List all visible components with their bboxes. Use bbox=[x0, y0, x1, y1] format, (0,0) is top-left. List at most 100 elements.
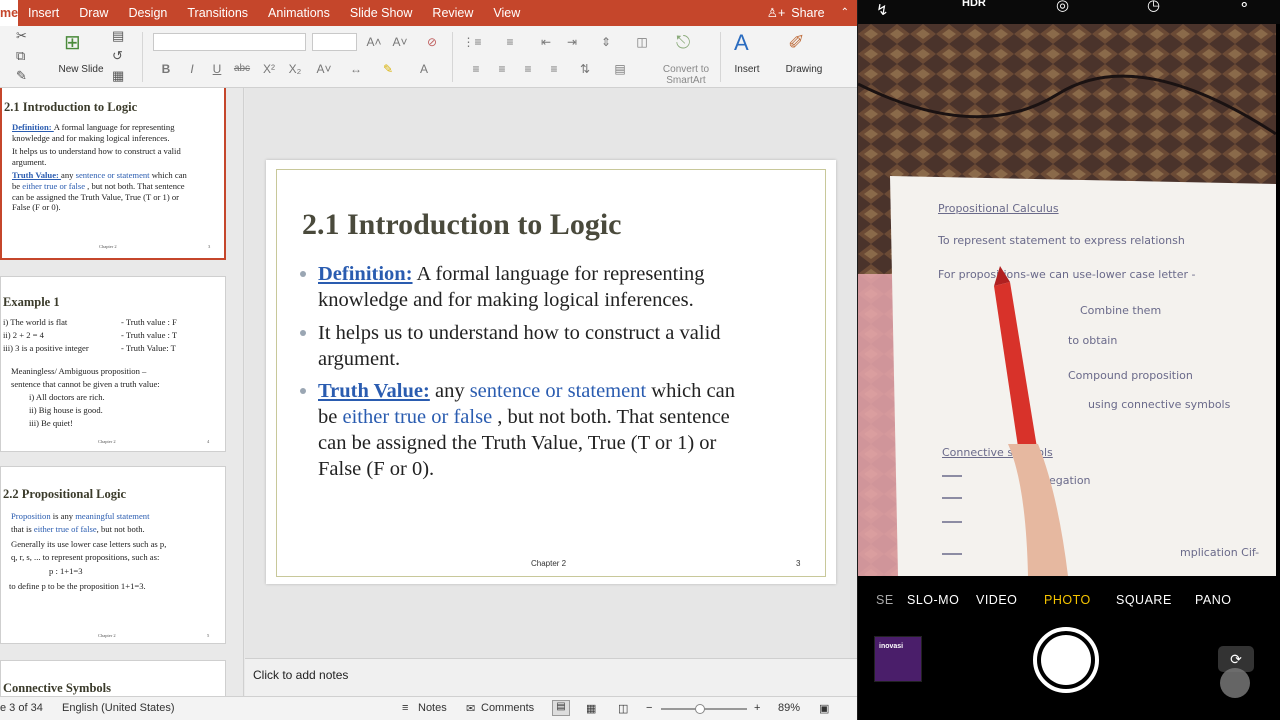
text-effects-icon[interactable]: A˅ bbox=[314, 60, 334, 78]
tab-view[interactable]: View bbox=[483, 0, 530, 26]
format-painter-icon[interactable]: ✎ bbox=[16, 68, 27, 84]
slide-thumbnail-3[interactable]: 2.1 Introduction to Logic Definition: A … bbox=[0, 88, 226, 260]
collapse-ribbon-icon[interactable]: ⌃ bbox=[841, 0, 849, 26]
flash-off-icon[interactable]: ↯ bbox=[876, 1, 889, 19]
zoom-level[interactable]: 89% bbox=[778, 702, 800, 714]
text-direction-icon[interactable]: ⇅ bbox=[575, 60, 595, 78]
cut-icon[interactable]: ✂ bbox=[16, 28, 27, 44]
zoom-slider[interactable] bbox=[661, 704, 747, 714]
mode-slo-mo[interactable]: SLO-MO bbox=[907, 593, 959, 607]
align-right-icon[interactable]: ≡ bbox=[518, 60, 538, 78]
insert-shapes-icon[interactable]: A bbox=[734, 30, 749, 56]
new-slide-icon[interactable]: ⊞ bbox=[64, 30, 81, 55]
zoom-out-icon[interactable]: − bbox=[646, 702, 652, 714]
notes-toggle-icon[interactable]: ≡ bbox=[402, 702, 408, 714]
language-indicator[interactable]: English (United States) bbox=[62, 702, 175, 714]
notes-toggle-label[interactable]: Notes bbox=[418, 702, 447, 714]
comments-label[interactable]: Comments bbox=[481, 702, 534, 714]
increase-indent-icon[interactable]: ⇥ bbox=[562, 33, 582, 51]
share-button[interactable]: ♙+ Share ⌃ bbox=[767, 0, 849, 26]
decrease-indent-icon[interactable]: ⇤ bbox=[536, 33, 556, 51]
slide-bullet-line[interactable]: can be assigned the Truth Value, True (T… bbox=[318, 430, 716, 457]
subscript-button[interactable]: X₂ bbox=[285, 60, 305, 78]
font-name-box[interactable] bbox=[153, 33, 306, 51]
slide-bullet-line[interactable]: argument. bbox=[318, 346, 400, 373]
fit-to-window-icon[interactable]: ▣ bbox=[819, 702, 829, 715]
slide-bullet-truth-value[interactable]: Truth Value: any sentence or statement w… bbox=[318, 378, 735, 405]
font-color-icon[interactable]: A bbox=[414, 60, 434, 78]
shutter-button[interactable] bbox=[1033, 627, 1099, 693]
drawing-brush-icon[interactable]: ✐ bbox=[788, 30, 805, 55]
notes-placeholder[interactable]: Click to add notes bbox=[253, 668, 348, 682]
section-icon[interactable]: ▦ bbox=[112, 68, 124, 84]
slide-bullet-definition[interactable]: Definition: A formal language for repres… bbox=[318, 261, 705, 288]
last-photo-thumbnail[interactable]: inovasi bbox=[874, 636, 922, 682]
slide-thumbnails-pane[interactable]: 2.1 Introduction to Logic Definition: A … bbox=[0, 88, 244, 696]
font-size-box[interactable] bbox=[312, 33, 357, 51]
mode-photo[interactable]: PHOTO bbox=[1044, 593, 1091, 607]
tab-home[interactable]: me bbox=[0, 0, 18, 26]
new-slide-label[interactable]: New Slide bbox=[58, 64, 104, 75]
slide-editing-canvas[interactable]: 2.1 Introduction to Logic Definition: A … bbox=[245, 88, 857, 658]
insert-label[interactable]: Insert bbox=[728, 64, 766, 75]
tab-transitions[interactable]: Transitions bbox=[177, 0, 258, 26]
layout-icon[interactable]: ▤ bbox=[112, 28, 124, 44]
tab-design[interactable]: Design bbox=[118, 0, 177, 26]
smartart-icon[interactable]: ⎋ bbox=[676, 32, 690, 53]
reset-icon[interactable]: ↺ bbox=[112, 48, 123, 64]
strikethrough-button[interactable]: abc bbox=[232, 60, 252, 78]
italic-button[interactable]: I bbox=[182, 60, 202, 78]
hdr-toggle[interactable]: HDR bbox=[962, 0, 986, 9]
slide-thumbnail-6[interactable]: Connective Symbols bbox=[0, 660, 226, 696]
bold-button[interactable]: B bbox=[156, 60, 176, 78]
justify-icon[interactable]: ≡ bbox=[544, 60, 564, 78]
slide-bullet-argument[interactable]: It helps us to understand how to constru… bbox=[318, 320, 721, 347]
normal-view-icon[interactable]: ▤ bbox=[552, 700, 570, 716]
superscript-button[interactable]: X² bbox=[259, 60, 279, 78]
assistive-touch-icon[interactable] bbox=[1220, 668, 1250, 698]
tab-draw[interactable]: Draw bbox=[69, 0, 118, 26]
tab-slide-show[interactable]: Slide Show bbox=[340, 0, 423, 26]
char-spacing-icon[interactable]: ↔ bbox=[346, 60, 366, 78]
slide-title[interactable]: 2.1 Introduction to Logic bbox=[302, 208, 621, 242]
highlight-icon[interactable]: ✎ bbox=[378, 60, 398, 78]
align-text-icon[interactable]: ▤ bbox=[610, 60, 630, 78]
align-left-icon[interactable]: ≡ bbox=[466, 60, 486, 78]
thumbnail-text-span: Truth Value: bbox=[12, 170, 62, 181]
camera-viewfinder[interactable]: Propositional Calculus To represent stat… bbox=[858, 24, 1276, 576]
tab-review[interactable]: Review bbox=[422, 0, 483, 26]
grow-font-icon[interactable]: A˄ bbox=[364, 33, 384, 51]
slide-sorter-icon[interactable]: ▦ bbox=[586, 702, 596, 715]
copy-icon[interactable]: ⧉ bbox=[16, 48, 25, 64]
drawing-label[interactable]: Drawing bbox=[780, 64, 828, 75]
shrink-font-icon[interactable]: A˅ bbox=[390, 33, 410, 51]
clear-format-icon[interactable]: ⊘ bbox=[422, 33, 442, 51]
live-photo-icon[interactable]: ◎ bbox=[1056, 0, 1069, 14]
current-slide[interactable]: 2.1 Introduction to Logic Definition: A … bbox=[266, 160, 836, 584]
mode-pano[interactable]: PANO bbox=[1195, 593, 1232, 607]
reading-view-icon[interactable]: ◫ bbox=[618, 702, 628, 715]
columns-icon[interactable]: ◫ bbox=[632, 33, 652, 51]
mode-time-lapse[interactable]: SE bbox=[876, 593, 894, 607]
convert-to-smartart-label[interactable]: Convert to SmartArt bbox=[656, 64, 716, 86]
numbering-icon[interactable]: ≡ bbox=[500, 33, 520, 51]
align-center-icon[interactable]: ≡ bbox=[492, 60, 512, 78]
bullets-icon[interactable]: ⋮≡ bbox=[462, 33, 482, 51]
tab-animations[interactable]: Animations bbox=[258, 0, 340, 26]
filters-icon[interactable]: ⚬ bbox=[1238, 0, 1251, 14]
zoom-in-icon[interactable]: + bbox=[754, 702, 760, 714]
slide-thumbnail-4[interactable]: Example 1 i) The world is flat ii) 2 + 2 … bbox=[0, 276, 226, 452]
line-spacing-icon[interactable]: ⇕ bbox=[596, 33, 616, 51]
slide-bullet-line[interactable]: be either true or false , but not both. … bbox=[318, 404, 730, 431]
mode-video[interactable]: VIDEO bbox=[976, 593, 1017, 607]
slide-bullet-line[interactable]: knowledge and for making logical inferen… bbox=[318, 287, 694, 314]
mode-square[interactable]: SQUARE bbox=[1116, 593, 1172, 607]
slide-bullet-line[interactable]: False (F or 0). bbox=[318, 456, 434, 483]
timer-icon[interactable]: ◷ bbox=[1147, 0, 1160, 14]
zoom-slider-handle[interactable] bbox=[694, 704, 705, 714]
slide-thumbnail-5[interactable]: 2.2 Propositional Logic Proposition is a… bbox=[0, 466, 226, 644]
underline-button[interactable]: U bbox=[207, 60, 227, 78]
notes-pane[interactable]: Click to add notes bbox=[245, 658, 857, 696]
tab-insert[interactable]: Insert bbox=[18, 0, 69, 26]
comments-icon[interactable]: ✉ bbox=[466, 702, 475, 715]
